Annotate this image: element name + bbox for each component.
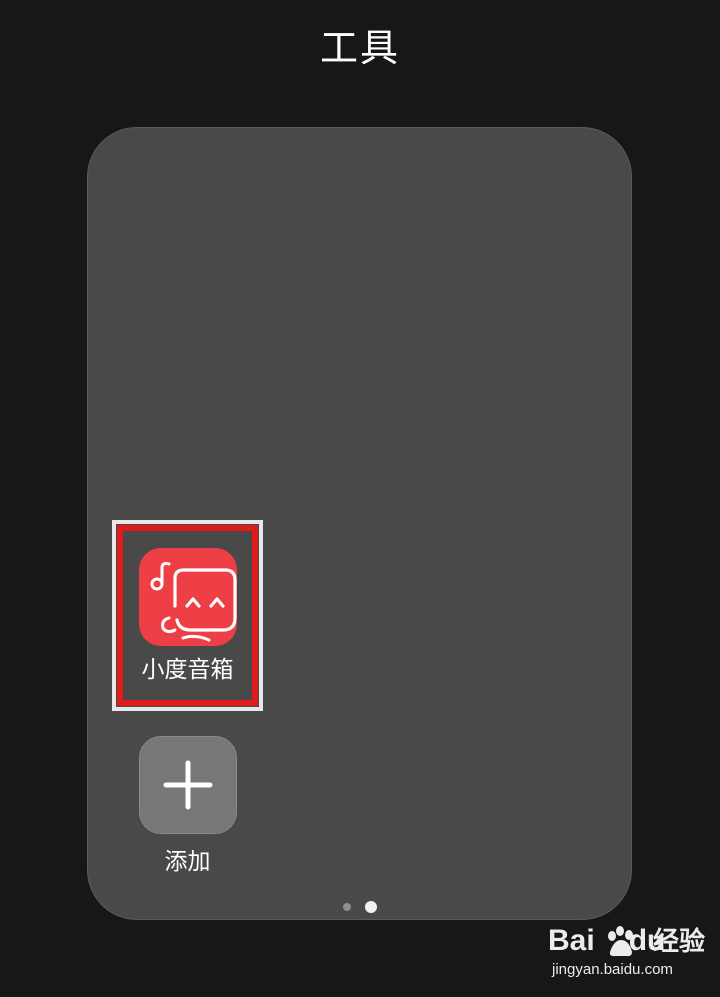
baidu-paw-icon (608, 926, 633, 957)
page-indicator-dot-1[interactable] (343, 903, 351, 911)
page-indicator-dot-2-active[interactable] (365, 901, 377, 913)
plus-icon (163, 760, 213, 810)
add-app-label: 添加 (164, 849, 211, 875)
xiaodu-speaker-icon[interactable] (139, 548, 237, 646)
xiaodu-speaker-label: 小度音箱 (141, 657, 234, 683)
add-app-button[interactable] (139, 736, 237, 834)
xiaodu-speaker-icon-graphic (150, 562, 237, 642)
baidu-jingyan-watermark: Bai du 经验 jingyan.baidu.com (548, 920, 708, 986)
folder-title: 工具 (319, 26, 400, 70)
watermark-brand-cn: 经验 (653, 927, 706, 957)
watermark-url: jingyan.baidu.com (552, 961, 673, 978)
watermark-brand-part-1: Bai (548, 924, 595, 957)
